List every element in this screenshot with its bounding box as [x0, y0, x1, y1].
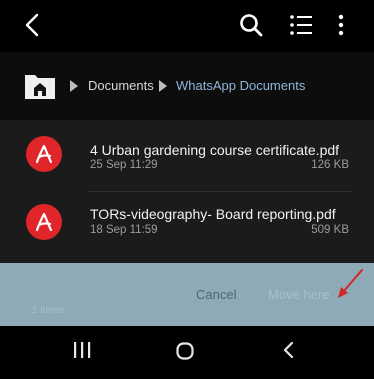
breadcrumb-item-documents[interactable]: Documents	[88, 78, 154, 94]
chevron-right-icon	[70, 80, 78, 92]
annotation-arrow-icon	[338, 269, 363, 298]
file-date: 25 Sep 11:29	[90, 159, 158, 171]
file-list: 4 Urban gardening course certificate.pdf…	[0, 120, 374, 264]
top-app-bar	[0, 0, 374, 52]
list-view-icon[interactable]	[288, 12, 314, 38]
search-icon[interactable]	[237, 11, 265, 39]
pdf-icon	[26, 136, 62, 172]
home-circle-icon[interactable]	[176, 342, 194, 360]
list-item[interactable]: TORs-videography- Board reporting.pdf 18…	[0, 192, 374, 264]
back-chevron-icon[interactable]	[282, 341, 296, 359]
chevron-right-icon	[159, 80, 167, 92]
pdf-icon	[26, 204, 62, 240]
file-name: 4 Urban gardening course certificate.pdf	[90, 142, 340, 158]
back-arrow-icon[interactable]	[20, 12, 46, 38]
file-date: 18 Sep 11:59	[90, 224, 158, 236]
selected-count: 1 items	[31, 305, 65, 316]
file-name: TORs-videography- Board reporting.pdf	[90, 206, 336, 222]
breadcrumb-item-whatsapp-documents[interactable]: WhatsApp Documents	[176, 78, 305, 94]
folder-home-icon[interactable]	[24, 72, 56, 100]
list-item[interactable]: 4 Urban gardening course certificate.pdf…	[0, 120, 374, 192]
cancel-button[interactable]: Cancel	[196, 287, 236, 302]
move-here-button[interactable]: Move here	[268, 287, 329, 302]
file-size: 126 KB	[311, 159, 349, 171]
recents-icon[interactable]	[72, 342, 92, 358]
file-size: 509 KB	[311, 224, 349, 236]
more-vertical-icon[interactable]	[331, 12, 351, 38]
